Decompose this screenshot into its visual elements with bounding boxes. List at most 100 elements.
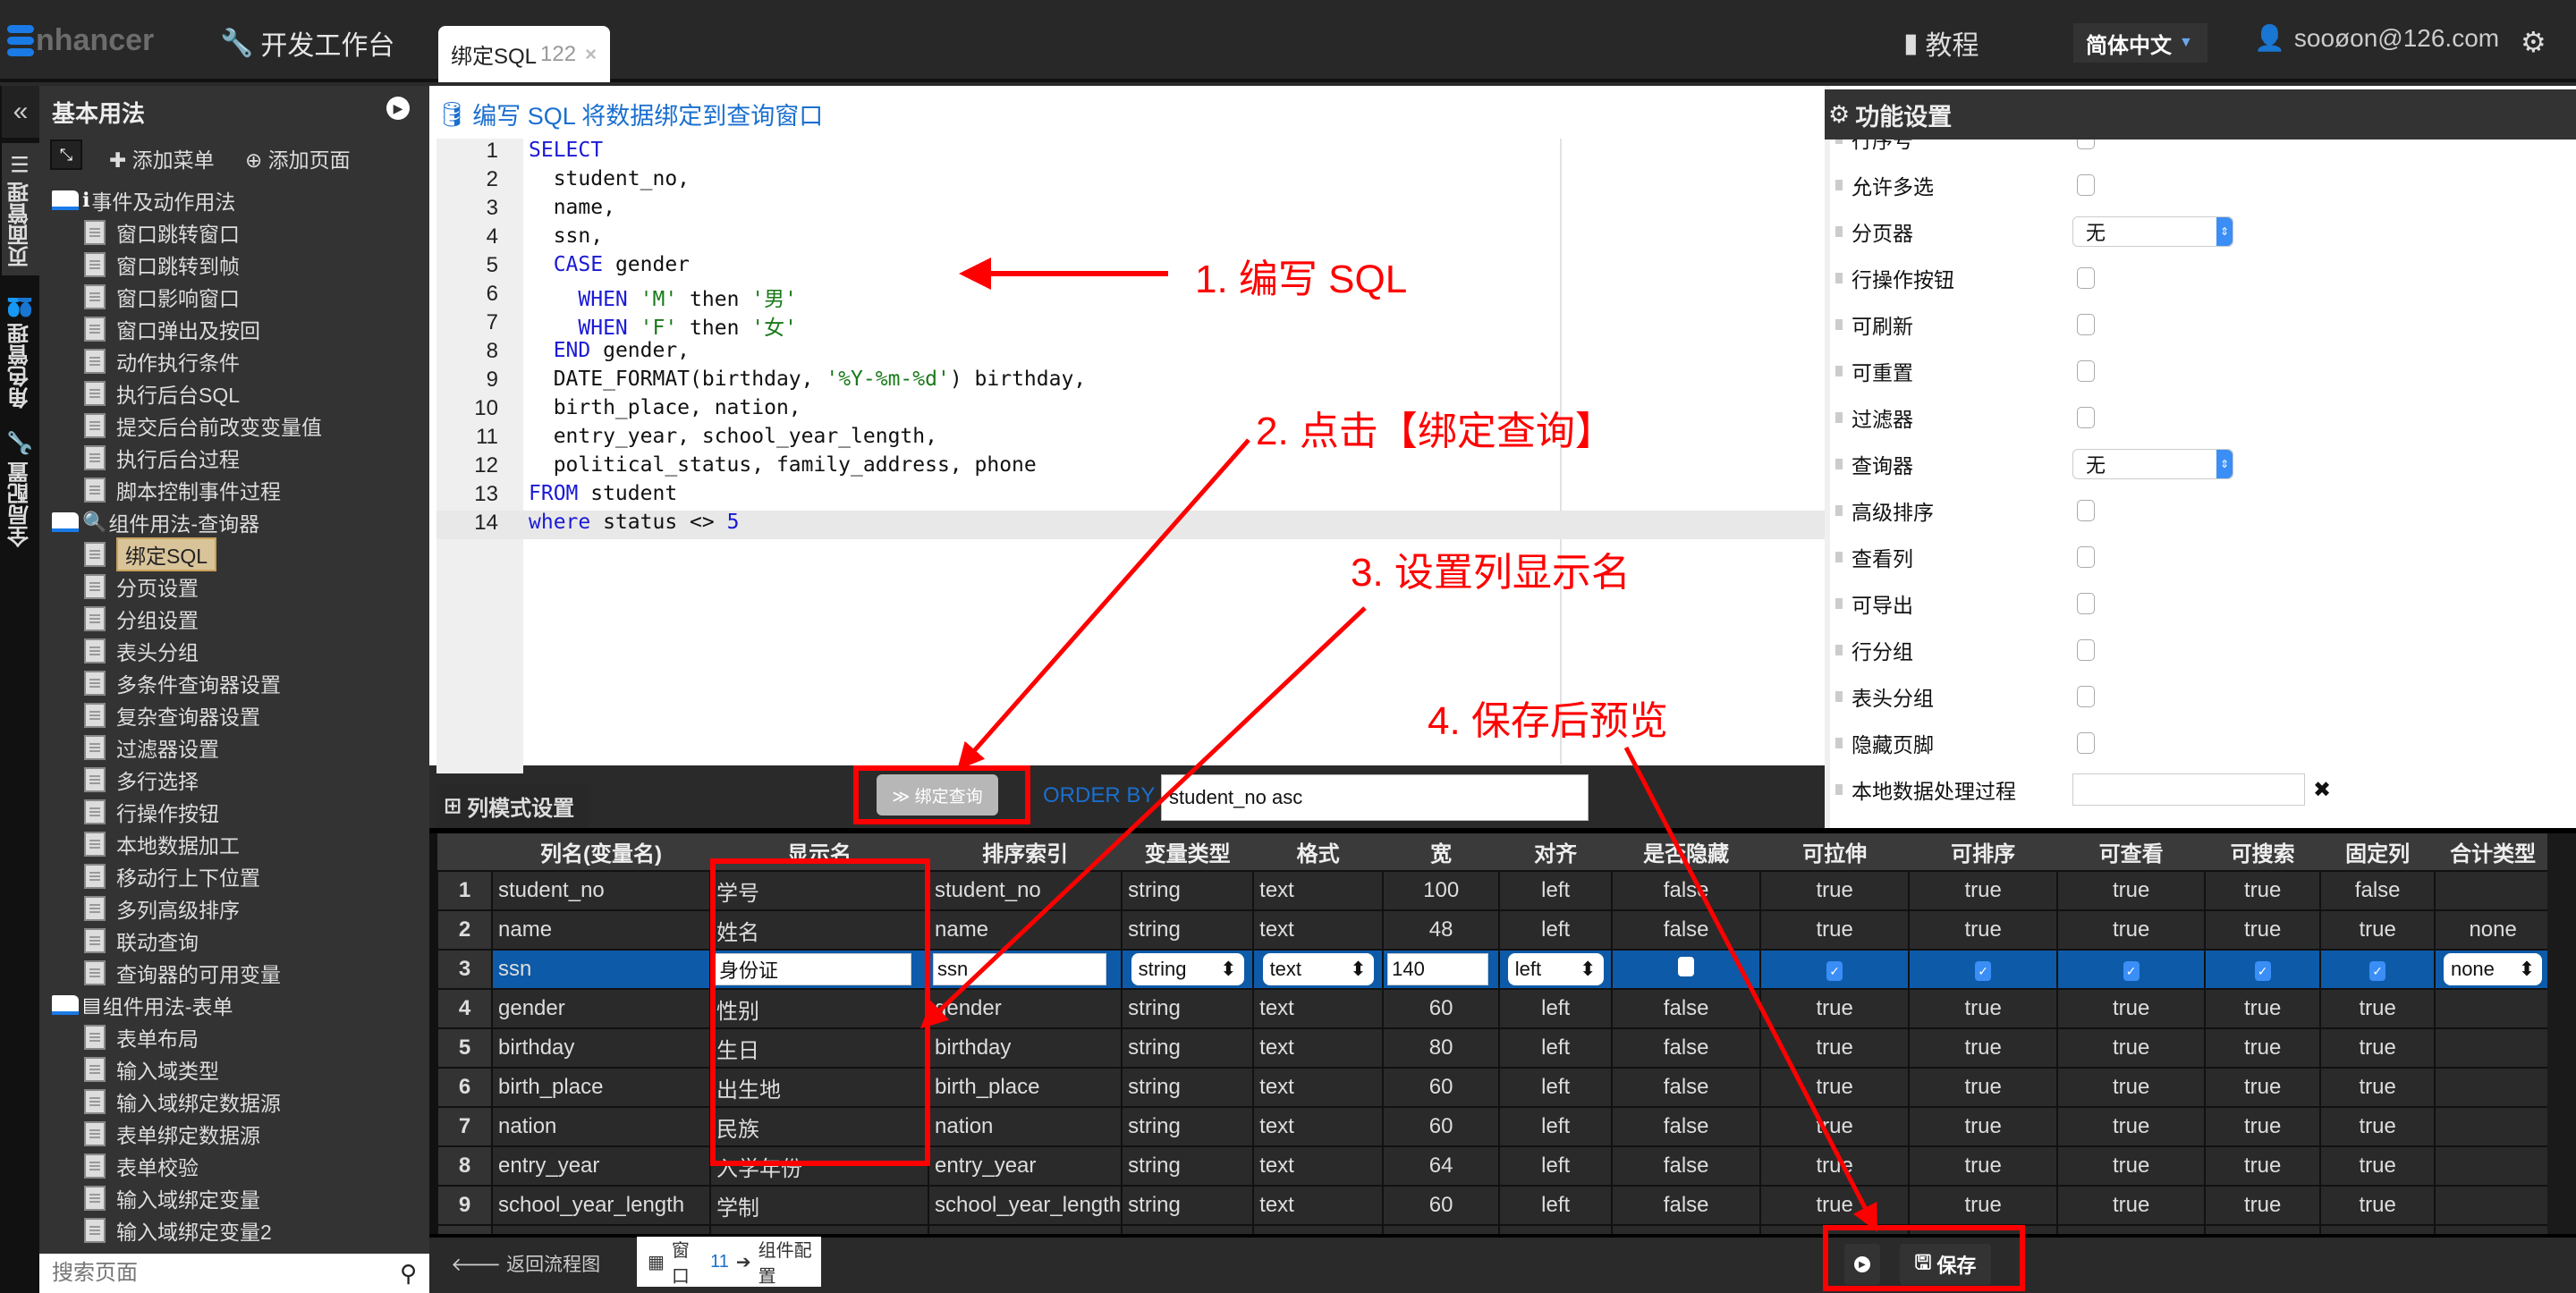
code-line[interactable]: 3 name, (436, 196, 1825, 224)
table-cell[interactable]: 48 (1382, 909, 1501, 951)
table-cell[interactable]: birthday (491, 1027, 711, 1069)
table-cell[interactable]: false (1611, 988, 1762, 1029)
table-cell[interactable] (2434, 1145, 2553, 1187)
table-cell[interactable]: text (1252, 1145, 1385, 1187)
table-cell[interactable] (2434, 1027, 2553, 1069)
tree-item[interactable]: 窗口跳转窗口 (50, 216, 426, 249)
table-cell[interactable]: true (2056, 1067, 2207, 1108)
vtab-global-config[interactable]: 全局配置 🔧 (2, 426, 39, 551)
tree-item[interactable]: 表头分组 (50, 635, 426, 667)
setting-select[interactable]: 无 ⇕ (2072, 449, 2233, 479)
table-cell[interactable]: true (2056, 988, 2207, 1029)
setting-checkbox[interactable] (2077, 732, 2095, 754)
table-cell[interactable]: true (1908, 870, 2059, 911)
code-line[interactable]: 6 WHEN 'M' then '男' (436, 282, 1825, 311)
table-cell[interactable] (2434, 870, 2553, 911)
code-line[interactable]: 5 CASE gender (436, 253, 1825, 282)
table-cell[interactable]: ✓ (1908, 949, 2059, 990)
table-cell[interactable]: true (2056, 1027, 2207, 1069)
table-cell[interactable]: false (1611, 1067, 1762, 1108)
setting-checkbox[interactable] (2077, 360, 2095, 382)
column-settings-tab[interactable]: ⊞ 列模式设置 (436, 783, 589, 828)
tree-item[interactable]: 行操作按钮 (50, 796, 426, 828)
table-cell[interactable]: true (1759, 988, 1911, 1029)
table-cell[interactable]: true (2204, 870, 2322, 911)
tree-item[interactable]: 表单校验 (50, 1150, 426, 1182)
back-to-flow-link[interactable]: 🡐 返回流程图 (451, 1250, 600, 1277)
table-cell[interactable]: false (1611, 1027, 1762, 1069)
sql-editor[interactable]: 1 SELECT 2 student_no, 3 name, 4 ssn, 5 CASE … (436, 139, 1825, 539)
table-cell[interactable]: true (1908, 1106, 2059, 1147)
column-header[interactable]: 排序索引 (928, 833, 1123, 871)
table-cell[interactable]: left (1498, 1067, 1614, 1108)
code-line[interactable]: 2 student_no, (436, 167, 1825, 196)
tree-item[interactable]: 分组设置 (50, 603, 426, 635)
table-cell[interactable]: ✓ (2056, 949, 2207, 990)
column-header[interactable]: 可拉伸 (1760, 833, 1910, 871)
setting-text-input[interactable] (2072, 773, 2305, 806)
table-cell[interactable]: true (1759, 1145, 1911, 1187)
table-cell[interactable] (2434, 1106, 2553, 1147)
table-cell[interactable]: left (1498, 1027, 1614, 1069)
table-cell[interactable]: 60 (1382, 1067, 1501, 1108)
table-cell[interactable]: string (1121, 1185, 1255, 1226)
table-cell[interactable]: true (2204, 1027, 2322, 1069)
table-cell[interactable]: entry_year (491, 1145, 711, 1187)
table-cell[interactable]: left (1498, 909, 1614, 951)
tree-item[interactable]: 输入域绑定变量 (50, 1182, 426, 1214)
table-cell[interactable]: 64 (1382, 1145, 1501, 1187)
breadcrumb-window[interactable]: 窗口 (672, 1236, 703, 1288)
order-by-input[interactable] (1161, 774, 1589, 821)
column-header[interactable]: 格式 (1253, 833, 1384, 871)
column-header[interactable]: 可查看 (2057, 833, 2206, 871)
table-cell[interactable]: true (2319, 1067, 2436, 1108)
table-cell[interactable]: left (1498, 988, 1614, 1029)
table-cell[interactable]: name (927, 909, 1123, 951)
table-cell[interactable]: true (2204, 909, 2322, 951)
column-header[interactable]: 合计类型 (2435, 833, 2552, 871)
table-cell[interactable]: gender (491, 988, 711, 1029)
column-header[interactable]: 固定列 (2320, 833, 2436, 871)
cell-checkbox[interactable]: ✓ (1826, 961, 1843, 981)
cell-select[interactable]: left ⬍ (1507, 953, 1604, 985)
table-cell[interactable]: text ⬍ (1252, 949, 1385, 990)
collapse-sidebar-icon[interactable]: « (2, 86, 39, 138)
tree-folder[interactable]: ℹ 事件及动作用法 (50, 184, 426, 216)
tree-item[interactable]: 表单布局 (50, 1021, 426, 1053)
tree-item[interactable]: 窗口弹出及按回 (50, 313, 426, 345)
table-cell[interactable]: true (2319, 1027, 2436, 1069)
table-cell[interactable]: left (1498, 1145, 1614, 1187)
code-line[interactable]: 8 END gender, (436, 339, 1825, 368)
table-cell[interactable]: true (2204, 1185, 2322, 1226)
table-cell[interactable]: ssn (491, 949, 711, 990)
table-cell[interactable]: string (1121, 1106, 1255, 1147)
table-cell[interactable]: true (1908, 1185, 2059, 1226)
table-cell[interactable]: true (1908, 1067, 2059, 1108)
table-cell[interactable]: name (491, 909, 711, 951)
cell-select[interactable]: none ⬍ (2443, 953, 2543, 985)
tree-item[interactable]: 表单绑定数据源 (50, 1118, 426, 1150)
table-cell[interactable] (1611, 949, 1762, 990)
cell-checkbox[interactable]: ✓ (2254, 961, 2271, 981)
table-cell[interactable]: school_year_length (491, 1185, 711, 1226)
table-cell[interactable]: string (1121, 870, 1255, 911)
table-cell[interactable]: true (2056, 1106, 2207, 1147)
tree-item[interactable]: 脚本控制事件过程 (50, 474, 426, 506)
tree-item[interactable]: 绑定SQL (50, 537, 426, 571)
column-header[interactable]: 可排序 (1909, 833, 2058, 871)
table-cell[interactable]: entry_year (927, 1145, 1123, 1187)
table-cell[interactable]: 140 (1382, 949, 1501, 990)
code-line[interactable]: 1 SELECT (436, 139, 1825, 167)
cell-select[interactable]: string ⬍ (1131, 953, 1244, 985)
table-cell[interactable] (2434, 988, 2553, 1029)
table-cell[interactable]: string ⬍ (1121, 949, 1255, 990)
app-logo[interactable]: nhancer (7, 23, 154, 58)
column-header[interactable]: 是否隐藏 (1612, 833, 1761, 871)
table-cell[interactable] (2434, 1067, 2553, 1108)
table-cell[interactable]: 100 (1382, 870, 1501, 911)
setting-checkbox[interactable] (2077, 500, 2095, 521)
table-cell[interactable]: none (2434, 909, 2553, 951)
tab-bind-sql[interactable]: 绑定SQL 122 × (438, 26, 610, 82)
vtab-page-manage[interactable]: 页面管理 ☰ (2, 143, 39, 275)
tree-item[interactable]: 联动查询 (50, 925, 426, 957)
